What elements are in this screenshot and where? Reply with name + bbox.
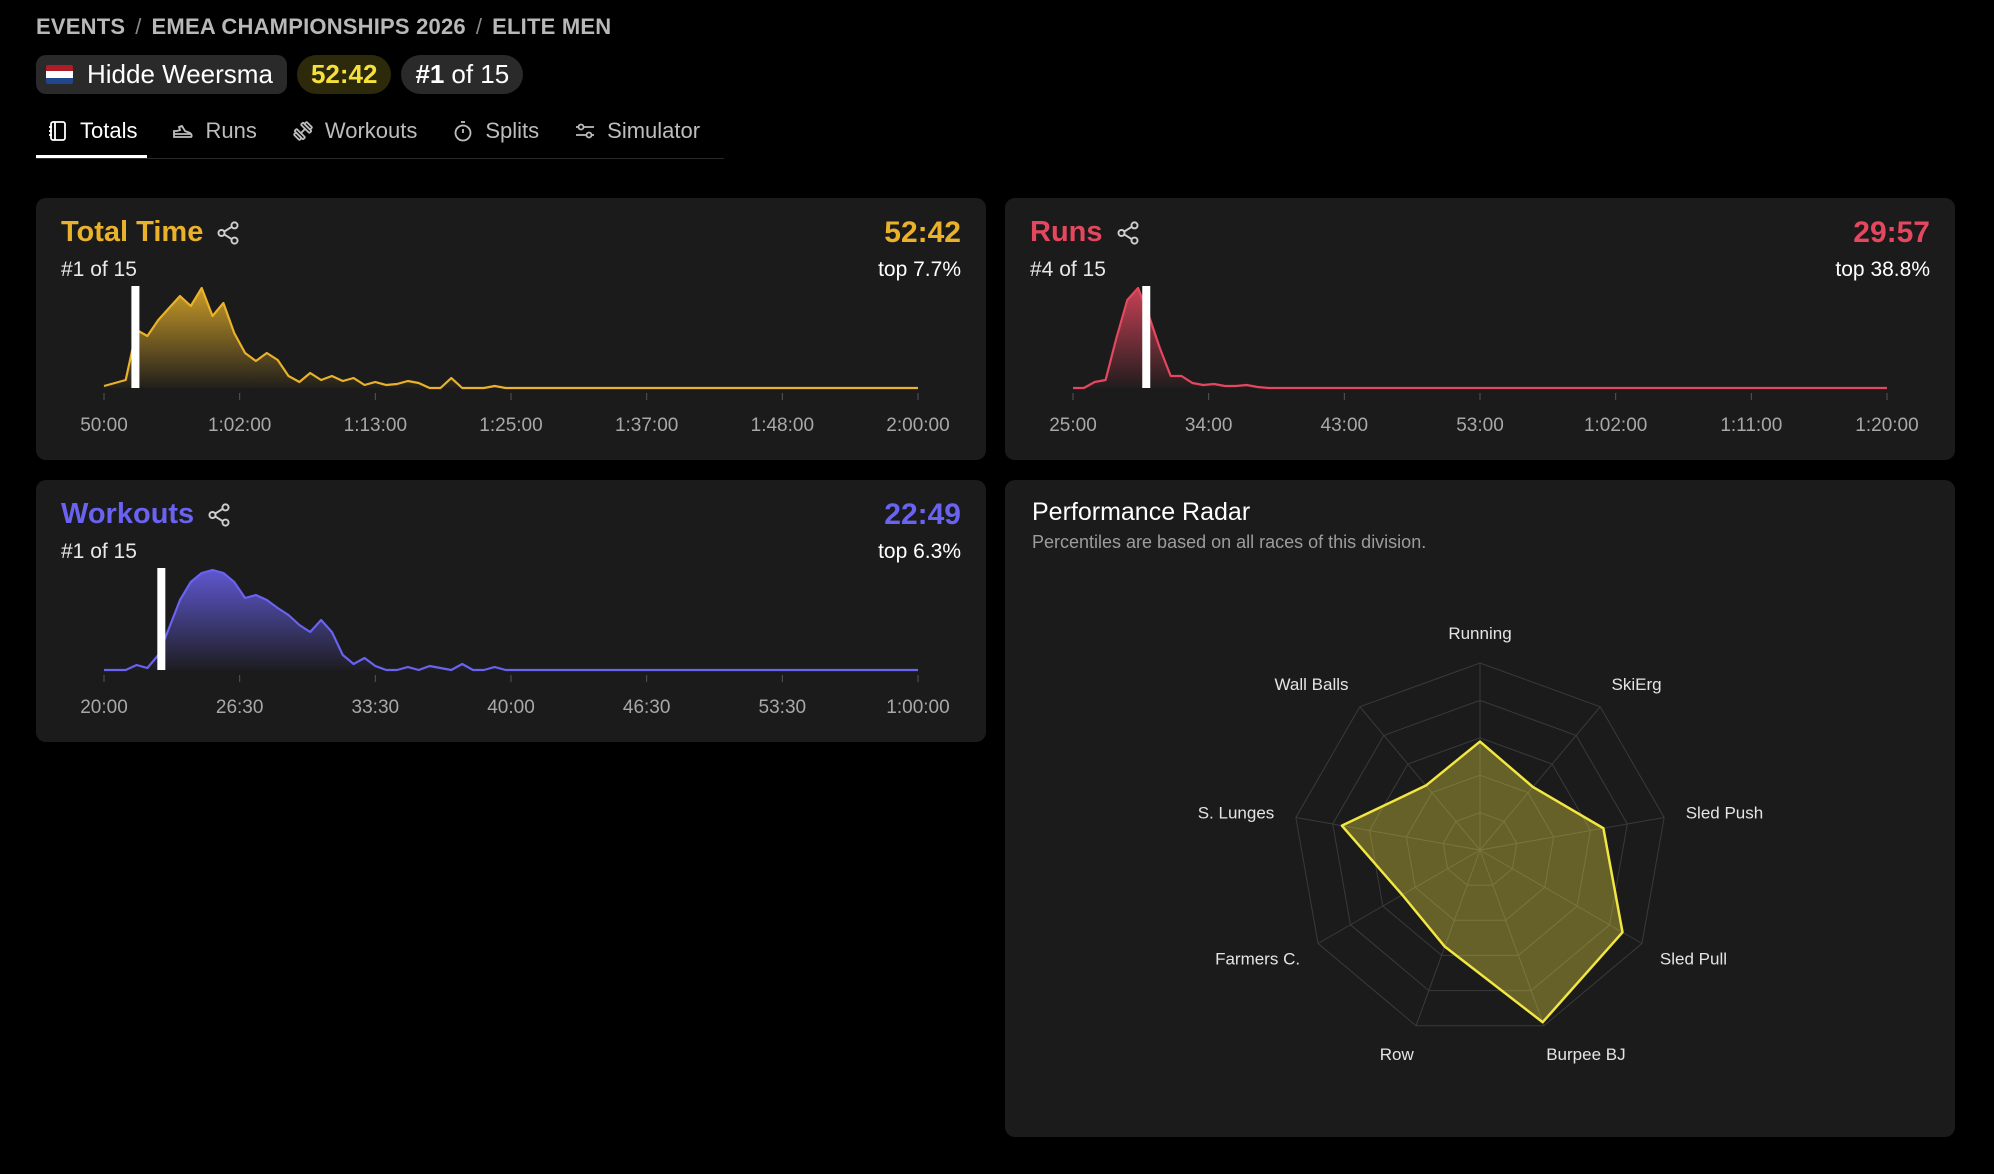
radar-chart: Running SkiErg Sled Push Sled Pull Burpee BJ… <box>1198 624 1764 1064</box>
tab-label: Simulator <box>607 118 701 143</box>
radar-axis-label: Burpee BJ <box>1546 1045 1625 1064</box>
tab-bar: Totals Runs Workouts Splits Simulator <box>36 112 725 159</box>
athlete-rank-badge: #1 of 15 <box>401 55 524 94</box>
x-tick-label: 53:30 <box>759 697 807 718</box>
x-tick-label: 1:48:00 <box>751 415 814 436</box>
x-tick-label: 1:11:00 <box>1720 415 1782 436</box>
performance-radar-card: Performance Radar Percentiles are based … <box>1005 480 1955 1137</box>
athlete-time-badge: 52:42 <box>296 55 392 94</box>
shoe-icon <box>173 124 194 138</box>
radar-axis-label: Running <box>1448 624 1511 643</box>
radar-axis-label: Row <box>1380 1045 1415 1064</box>
tab-label: Totals <box>80 118 138 143</box>
x-tick-label: 1:13:00 <box>344 415 407 436</box>
stopwatch-icon <box>454 121 472 142</box>
breadcrumb: EVENTS / EMEA CHAMPIONSHIPS 2026 / ELITE MEN <box>36 14 611 40</box>
athlete-marker <box>1142 286 1151 388</box>
x-tick-label: 2:00:00 <box>886 415 949 436</box>
rank-number: #1 <box>415 59 445 89</box>
radar-axis-label: SkiErg <box>1611 675 1661 694</box>
x-tick-label: 1:02:00 <box>1584 415 1647 436</box>
athlete-header: Hidde Weersma 52:42 #1 of 15 <box>36 55 524 94</box>
tab-label: Workouts <box>324 118 418 143</box>
x-tick-label: 34:00 <box>1185 415 1233 436</box>
distribution-area <box>104 570 918 670</box>
rank-total: of 15 <box>451 59 510 89</box>
radar-axis-label: Sled Pull <box>1660 950 1727 969</box>
total-time-card: Total Time 52:42 #1 of 15 top 7.7% 50:00… <box>36 198 986 460</box>
tab-label: Splits <box>485 118 540 143</box>
distribution-area <box>104 288 918 388</box>
distribution-chart: 50:00 1:02:00 1:13:00 1:25:00 1:37:00 1:48:00… <box>80 286 950 436</box>
x-tick-label: 40:00 <box>487 697 535 718</box>
distribution-area <box>1073 288 1887 388</box>
distribution-line <box>1073 286 1887 390</box>
breadcrumb-division[interactable]: ELITE MEN <box>492 14 611 39</box>
runs-card: Runs 29:57 #4 of 15 top 38.8% 25:00 34:00… <box>1005 198 1955 460</box>
notebook-icon <box>49 121 66 141</box>
tab-workouts[interactable]: Workouts <box>281 112 428 158</box>
x-tick-label: 25:00 <box>1049 415 1097 436</box>
athlete-name: Hidde Weersma <box>87 59 273 89</box>
x-tick-label: 1:37:00 <box>615 415 678 436</box>
tab-label: Runs <box>205 118 257 143</box>
radar-axis-label: S. Lunges <box>1198 803 1275 822</box>
breadcrumb-events[interactable]: EVENTS <box>36 14 125 39</box>
x-tick-label: 1:20:00 <box>1855 415 1918 436</box>
distribution-chart: 25:00 34:00 43:00 53:00 1:02:00 1:11:00 1:20:0… <box>1049 286 1919 436</box>
netherlands-flag-icon <box>46 65 73 84</box>
tab-simulator[interactable]: Simulator <box>563 112 710 158</box>
tab-totals[interactable]: Totals <box>36 112 148 158</box>
x-tick-label: 50:00 <box>80 415 128 436</box>
distribution-chart: 20:00 26:30 33:30 40:00 46:30 53:30 1:00:00 <box>80 568 950 718</box>
x-tick-label: 46:30 <box>623 697 671 718</box>
x-tick-label: 53:00 <box>1456 415 1504 436</box>
x-tick-label: 33:30 <box>352 697 400 718</box>
athlete-name-chip: Hidde Weersma <box>36 55 287 94</box>
radar-axis-label: Sled Push <box>1686 803 1764 822</box>
breadcrumb-separator: / <box>135 14 142 39</box>
x-tick-label: 20:00 <box>80 697 128 718</box>
x-tick-label: 1:25:00 <box>479 415 542 436</box>
breadcrumb-separator: / <box>475 14 483 39</box>
x-tick-label: 43:00 <box>1321 415 1369 436</box>
athlete-marker <box>131 286 140 388</box>
radar-value-polygon <box>1340 740 1624 1024</box>
tab-splits[interactable]: Splits <box>441 112 549 158</box>
radar-axis-label: Wall Balls <box>1275 675 1349 694</box>
dumbbell-icon <box>293 121 313 141</box>
radar-axis-label: Farmers C. <box>1215 950 1300 969</box>
tab-runs[interactable]: Runs <box>161 112 266 158</box>
x-tick-label: 26:30 <box>216 697 264 718</box>
sliders-icon <box>576 123 595 139</box>
athlete-marker <box>157 568 166 670</box>
breadcrumb-event[interactable]: EMEA CHAMPIONSHIPS 2026 <box>152 14 466 39</box>
x-tick-label: 1:02:00 <box>208 415 271 436</box>
x-tick-label: 1:00:00 <box>886 697 949 718</box>
workouts-card: Workouts 22:49 #1 of 15 top 6.3% 20:00 26… <box>36 480 986 742</box>
